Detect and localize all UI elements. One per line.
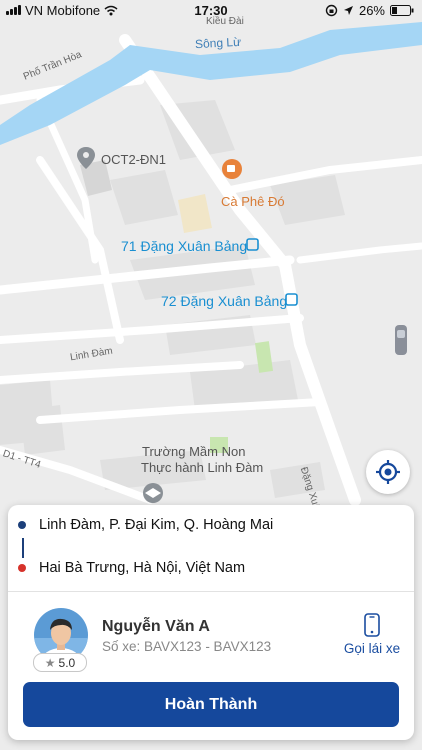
- carrier-group: VN Mobifone: [0, 3, 118, 18]
- pickup-dot-icon: [18, 521, 26, 529]
- route-connector: [22, 538, 24, 558]
- driver-rating: ★ 5.0: [33, 653, 87, 672]
- vehicle-plate: Số xe: BAVX123 - BAVX123: [102, 639, 272, 654]
- trip-card: Linh Đàm, P. Đại Kim, Q. Hoàng Mai Hai B…: [8, 505, 414, 740]
- poi-label-71: 71 Đặng Xuân Bảng: [121, 238, 248, 254]
- status-bar: VN Mobifone 17:30 26%: [0, 0, 422, 20]
- battery-icon: [390, 4, 414, 16]
- phone-icon: [364, 613, 380, 637]
- call-driver-label: Gọi lái xe: [343, 641, 401, 656]
- crosshair-icon: [376, 460, 400, 484]
- pickup-address: Linh Đàm, P. Đại Kim, Q. Hoàng Mai: [39, 517, 274, 533]
- wifi-icon: [104, 5, 118, 15]
- status-right-group: 26%: [325, 3, 422, 18]
- poi-label-school-line2: Thực hành Linh Đàm: [141, 460, 264, 475]
- location-arrow-icon: [343, 5, 353, 15]
- pickup-row[interactable]: Linh Đàm, P. Đại Kim, Q. Hoàng Mai: [18, 517, 273, 533]
- driver-name: Nguyễn Văn A: [102, 618, 210, 635]
- dropoff-row[interactable]: Hai Bà Trưng, Hà Nội, Việt Nam: [18, 560, 245, 576]
- poi-label-school-line1: Trường Mầm Non: [142, 444, 246, 459]
- signal-icon: [6, 5, 21, 15]
- poi-label-cafe: Cà Phê Đó: [221, 194, 285, 209]
- call-driver-button[interactable]: Gọi lái xe: [340, 613, 404, 656]
- poi-label-oct2: OCT2-ĐN1: [101, 152, 167, 167]
- card-divider: [8, 591, 414, 592]
- star-icon: ★: [44, 655, 56, 670]
- my-location-button[interactable]: [366, 450, 410, 494]
- dropoff-dot-icon: [18, 564, 26, 572]
- river-label: Sông Lừ: [194, 34, 242, 52]
- battery-percent: 26%: [358, 2, 385, 18]
- rotation-lock-icon: [325, 4, 338, 16]
- finish-button[interactable]: Hoàn Thành: [23, 682, 399, 727]
- carrier-name: VN Mobifone: [25, 2, 101, 18]
- poi-label-72: 72 Đặng Xuân Bảng: [161, 293, 288, 309]
- dropoff-address: Hai Bà Trưng, Hà Nội, Việt Nam: [39, 560, 246, 576]
- rating-value: 5.0: [58, 655, 76, 670]
